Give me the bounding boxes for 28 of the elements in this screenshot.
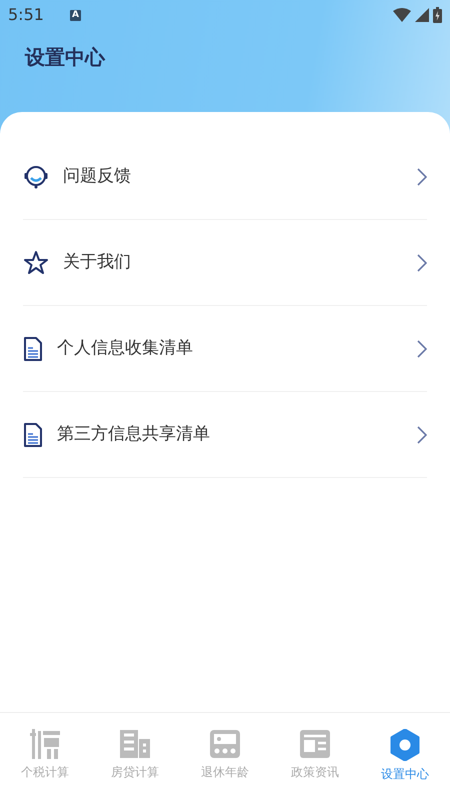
id-card-icon (209, 729, 241, 759)
grid-icon (29, 729, 61, 759)
wifi-icon (393, 8, 411, 22)
page-title: 设置中心 (24, 44, 106, 71)
tab[interactable]: 房贷计算 (90, 713, 180, 800)
building-icon (119, 729, 151, 759)
chevron-right-icon (417, 426, 427, 444)
settings-icon (389, 729, 421, 761)
star-icon (23, 250, 49, 276)
tab[interactable]: 设置中心 (360, 713, 450, 800)
menu-item[interactable]: 问题反馈 (23, 134, 427, 220)
document-icon (23, 336, 43, 360)
signal-icon (415, 8, 429, 22)
newspaper-icon (299, 729, 331, 759)
chevron-right-icon (417, 254, 427, 272)
headset-icon (23, 164, 49, 190)
menu-item[interactable]: 个人信息收集清单 (23, 306, 427, 392)
document-icon (23, 422, 43, 446)
menu-item[interactable]: 关于我们 (23, 220, 427, 306)
tab[interactable]: 退休年龄 (180, 713, 270, 800)
tab[interactable]: 政策资讯 (270, 713, 360, 800)
chevron-right-icon (417, 168, 427, 186)
chevron-right-icon (417, 340, 427, 358)
tab[interactable]: 个税计算 (0, 713, 90, 800)
battery-icon (433, 7, 442, 23)
clock: 5:51 (8, 4, 44, 26)
menu-item[interactable]: 第三方信息共享清单 (23, 392, 427, 478)
notification-icon: A (70, 10, 81, 20)
